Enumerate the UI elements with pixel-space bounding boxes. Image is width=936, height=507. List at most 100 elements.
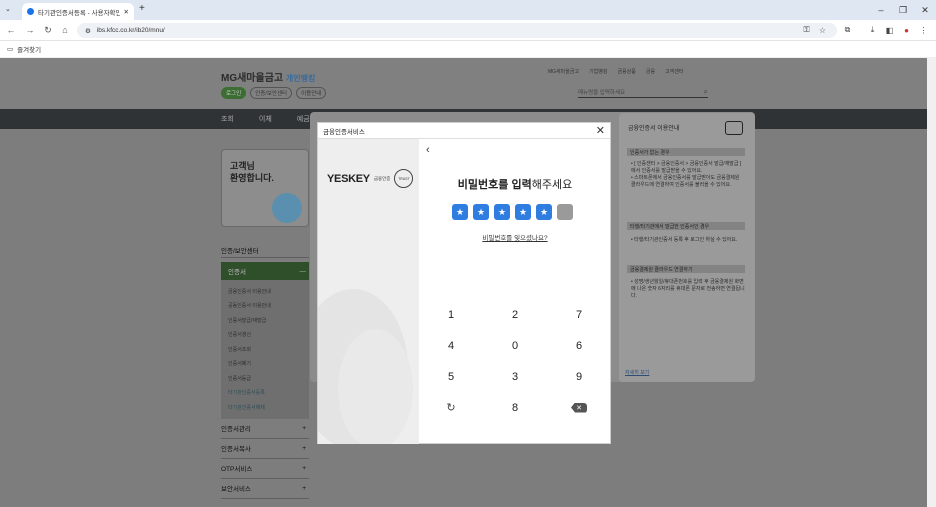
- search-icon[interactable]: ⌕: [704, 87, 708, 97]
- lnav-sub-item[interactable]: 공동인증서 이용안내: [221, 299, 309, 314]
- site-header: [0, 58, 927, 109]
- guide-section-head: 타행/타기관에서 발급한 인증서인 경우: [627, 222, 745, 230]
- password-dot-empty: [557, 204, 573, 220]
- browser-tab[interactable]: 타기관인증서등록 - 사용자확인 ✕: [22, 3, 134, 20]
- password-key-icon[interactable]: ⚿: [800, 23, 813, 37]
- bookmarks-bar: ▭ 즐겨찾기: [0, 41, 936, 58]
- gnb-item[interactable]: 예금: [297, 114, 310, 124]
- lock-icon: [725, 121, 743, 135]
- lnav-selected[interactable]: 인증서 —: [221, 262, 309, 280]
- home-icon[interactable]: ⌂: [59, 23, 71, 37]
- keypad-key-3[interactable]: 3: [483, 361, 547, 392]
- keypad-key-1[interactable]: 1: [419, 299, 483, 330]
- lnav-item[interactable]: OTP서비스 +: [221, 459, 309, 479]
- bookmark-folder[interactable]: 즐겨찾기: [17, 44, 41, 54]
- restore-icon[interactable]: ❐: [894, 3, 912, 17]
- header-chips: 로그인 인증/보안센터 이용안내: [221, 87, 327, 99]
- shuffle-key[interactable]: ↻: [419, 392, 483, 423]
- forgot-password-link[interactable]: 비밀번호를 잊으셨나요?: [419, 232, 611, 242]
- forward-arrow-icon[interactable]: →: [24, 23, 36, 37]
- keypad-key-5[interactable]: 5: [419, 361, 483, 392]
- lnav-title: 인증/보안센터: [221, 242, 309, 258]
- close-icon[interactable]: ✕: [596, 124, 605, 137]
- lnav-sub-item[interactable]: 타기관인증서해제: [221, 400, 309, 415]
- plus-icon: +: [302, 464, 306, 472]
- plus-icon: +: [302, 444, 306, 452]
- scrollbar[interactable]: [927, 58, 936, 507]
- site-logo[interactable]: MG새마을금고 개인뱅킹: [221, 69, 315, 84]
- chip-security[interactable]: 인증/보안센터: [250, 87, 293, 99]
- top-link[interactable]: 금융: [646, 68, 655, 75]
- lnav-sub-item[interactable]: 인증서폐기: [221, 357, 309, 372]
- lnav-sub-item[interactable]: 타기관인증서등록: [221, 386, 309, 401]
- back-chevron-icon[interactable]: ‹: [426, 144, 430, 156]
- lnav-sub-item[interactable]: 인증서갱신: [221, 328, 309, 343]
- lnav-sub-item[interactable]: 인증서등급: [221, 371, 309, 386]
- lnav-item[interactable]: 인증서복사 +: [221, 439, 309, 459]
- back-arrow-icon[interactable]: ←: [5, 23, 17, 37]
- lnav-sub-item[interactable]: 금융인증서 이용안내: [221, 284, 309, 299]
- top-link[interactable]: 고객센터: [665, 68, 683, 75]
- password-indicator: ★ ★ ★ ★ ★: [452, 204, 573, 220]
- password-prompt: 비밀번호를 입력해주세요: [457, 179, 573, 191]
- lnav-sub-item[interactable]: 인증서조회: [221, 342, 309, 357]
- search-placeholder: 메뉴명을 입력하세요: [578, 89, 626, 96]
- guide-title: 금융인증서 이용안내: [628, 126, 680, 132]
- url-text: ibs.kfcc.co.kr/ib20/mnu/: [96, 27, 165, 34]
- keypad-key-8[interactable]: 8: [483, 392, 547, 423]
- bookmark-star-icon[interactable]: ☆: [816, 23, 829, 37]
- site-info-icon[interactable]: ⚙: [85, 27, 91, 35]
- guide-section-text: • 성명/생년월일/휴대폰번호를 입력 후 금융결제원 화면에 나온 숫자 6자…: [631, 279, 745, 299]
- profile-avatar-icon[interactable]: ●: [900, 23, 913, 37]
- address-bar[interactable]: ⚙ ibs.kfcc.co.kr/ib20/mnu/: [77, 23, 837, 38]
- guide-more-link[interactable]: 자세히 보기: [625, 369, 649, 376]
- close-window-icon[interactable]: ✕: [916, 3, 934, 17]
- plus-icon: +: [302, 484, 306, 492]
- guide-panel: 금융인증서 이용안내 인증서가 없는 경우 • [ 인증센터 > 금융인증서 >…: [619, 113, 755, 382]
- plus-icon: +: [302, 424, 306, 432]
- top-link[interactable]: 기업뱅킹: [589, 68, 607, 75]
- folder-icon: ▭: [7, 46, 14, 53]
- top-links: MG새마을금고 기업뱅킹 금융상품 금융 고객센터: [548, 68, 683, 75]
- lnav-sub-item[interactable]: 인증서발급/재발급: [221, 313, 309, 328]
- gnb-item[interactable]: 이체: [259, 114, 272, 124]
- new-tab-icon[interactable]: +: [139, 3, 145, 14]
- extensions-icon[interactable]: ⧉: [841, 23, 854, 37]
- auth-modal: 금융인증서비스 ✕ YESKEY 금융인증 TRUST ‹ 비밀번호를 입력해주…: [317, 122, 611, 444]
- chip-guide[interactable]: 이용안내: [296, 87, 327, 99]
- backspace-key[interactable]: ✕: [547, 392, 611, 423]
- guide-section-head: 인증서가 없는 경우: [627, 148, 745, 156]
- top-link[interactable]: 금융상품: [617, 68, 635, 75]
- gnb-item[interactable]: 조회: [221, 114, 234, 124]
- keypad-key-4[interactable]: 4: [419, 330, 483, 361]
- keypad-key-9[interactable]: 9: [547, 361, 611, 392]
- password-dot-filled: ★: [494, 204, 510, 220]
- keypad-key-2[interactable]: 2: [483, 299, 547, 330]
- keypad-key-6[interactable]: 6: [547, 330, 611, 361]
- top-link[interactable]: MG새마을금고: [548, 68, 579, 75]
- site-search-input[interactable]: 메뉴명을 입력하세요 ⌕: [578, 86, 708, 98]
- side-panel-icon[interactable]: ◧: [883, 23, 896, 37]
- minus-icon: —: [299, 267, 307, 275]
- lnav-item[interactable]: 인증서관리 +: [221, 419, 309, 439]
- password-dot-filled: ★: [515, 204, 531, 220]
- guide-section-text: • 타행/타기관인증서 등록 후 로그인 하실 수 있어요.: [631, 237, 738, 243]
- backspace-icon: ✕: [571, 402, 587, 413]
- menu-kebab-icon[interactable]: ⋮: [917, 23, 930, 37]
- password-pane: ‹ 비밀번호를 입력해주세요 ★ ★ ★ ★ ★ 비밀번호를 잊으셨나요? 127 406…: [419, 139, 611, 444]
- keypad-key-7[interactable]: 7: [547, 299, 611, 330]
- reload-icon[interactable]: ↻: [42, 23, 54, 37]
- keypad-key-0[interactable]: 0: [483, 330, 547, 361]
- lnav-item[interactable]: 보안서비스 +: [221, 479, 309, 499]
- chip-login[interactable]: 로그인: [221, 87, 247, 99]
- minimize-icon[interactable]: –: [872, 3, 890, 17]
- yeskey-logo: YESKEY 금융인증 TRUST: [327, 169, 414, 188]
- guide-section-text: • [ 인증센터 > 금융인증서 > 금융인증서 발급/재발급 ] 에서 인증서…: [631, 161, 742, 188]
- password-dot-filled: ★: [473, 204, 489, 220]
- tab-search-icon[interactable]: ⌄: [5, 5, 11, 13]
- modal-title: 금융인증서비스: [323, 128, 365, 136]
- download-icon[interactable]: ⤓: [866, 23, 879, 37]
- modal-header: 금융인증서비스 ✕: [318, 123, 610, 139]
- tab-close-icon[interactable]: ✕: [124, 8, 129, 16]
- site-favicon-icon: [27, 8, 34, 15]
